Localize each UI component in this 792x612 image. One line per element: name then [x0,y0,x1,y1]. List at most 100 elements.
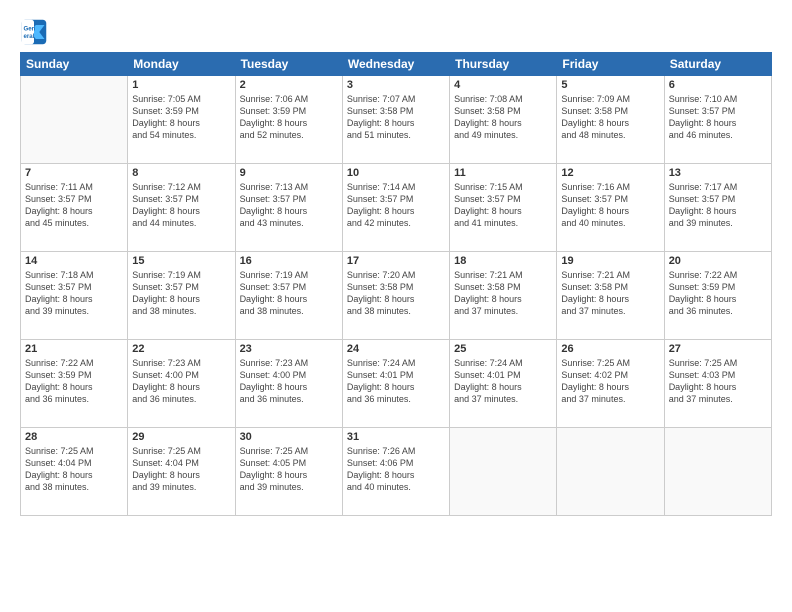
calendar-cell [450,428,557,516]
calendar-cell [664,428,771,516]
calendar-cell: 23 Sunrise: 7:23 AMSunset: 4:00 PMDayligh… [235,340,342,428]
day-number: 20 [669,255,767,267]
calendar-cell: 21 Sunrise: 7:22 AMSunset: 3:59 PMDayligh… [21,340,128,428]
day-info: Sunrise: 7:16 AMSunset: 3:57 PMDaylight:… [561,181,659,230]
calendar-week-row: 7 Sunrise: 7:11 AMSunset: 3:57 PMDaylight… [21,164,772,252]
day-number: 7 [25,167,123,179]
day-number: 3 [347,79,445,91]
day-number: 23 [240,343,338,355]
day-info: Sunrise: 7:22 AMSunset: 3:59 PMDaylight:… [25,357,123,406]
day-info: Sunrise: 7:24 AMSunset: 4:01 PMDaylight:… [454,357,552,406]
calendar-table: SundayMondayTuesdayWednesdayThursdayFrid… [20,52,772,516]
calendar-header-thursday: Thursday [450,53,557,76]
day-info: Sunrise: 7:25 AMSunset: 4:05 PMDaylight:… [240,445,338,494]
day-number: 14 [25,255,123,267]
day-info: Sunrise: 7:10 AMSunset: 3:57 PMDaylight:… [669,93,767,142]
day-number: 2 [240,79,338,91]
calendar-cell: 13Sunrise: 7:17 AMSunset: 3:57 PMDayligh… [664,164,771,252]
day-number: 24 [347,343,445,355]
day-info: Sunrise: 7:26 AMSunset: 4:06 PMDaylight:… [347,445,445,494]
day-number: 17 [347,255,445,267]
calendar-cell: 30 Sunrise: 7:25 AMSunset: 4:05 PMDayligh… [235,428,342,516]
calendar-cell: 28 Sunrise: 7:25 AMSunset: 4:04 PMDayligh… [21,428,128,516]
header: Gen eral [20,18,772,46]
calendar-header-sunday: Sunday [21,53,128,76]
calendar-cell: 6 Sunrise: 7:10 AMSunset: 3:57 PMDaylight… [664,76,771,164]
day-number: 8 [132,167,230,179]
calendar-week-row: 1 Sunrise: 7:05 AMSunset: 3:59 PMDaylight… [21,76,772,164]
day-info: Sunrise: 7:24 AMSunset: 4:01 PMDaylight:… [347,357,445,406]
day-number: 26 [561,343,659,355]
day-info: Sunrise: 7:12 AMSunset: 3:57 PMDaylight:… [132,181,230,230]
day-info: Sunrise: 7:25 AMSunset: 4:03 PMDaylight:… [669,357,767,406]
day-info: Sunrise: 7:22 AMSunset: 3:59 PMDaylight:… [669,269,767,318]
calendar-cell: 29 Sunrise: 7:25 AMSunset: 4:04 PMDayligh… [128,428,235,516]
day-info: Sunrise: 7:25 AMSunset: 4:04 PMDaylight:… [132,445,230,494]
day-info: Sunrise: 7:05 AMSunset: 3:59 PMDaylight:… [132,93,230,142]
calendar-cell: 3 Sunrise: 7:07 AMSunset: 3:58 PMDaylight… [342,76,449,164]
calendar-cell: 24 Sunrise: 7:24 AMSunset: 4:01 PMDayligh… [342,340,449,428]
calendar-page: Gen eral SundayMondayTuesdayWednesdayThu… [0,0,792,612]
day-number: 28 [25,431,123,443]
calendar-cell: 7 Sunrise: 7:11 AMSunset: 3:57 PMDaylight… [21,164,128,252]
day-info: Sunrise: 7:21 AMSunset: 3:58 PMDaylight:… [561,269,659,318]
day-info: Sunrise: 7:15 AMSunset: 3:57 PMDaylight:… [454,181,552,230]
calendar-cell: 1 Sunrise: 7:05 AMSunset: 3:59 PMDaylight… [128,76,235,164]
day-number: 18 [454,255,552,267]
day-number: 30 [240,431,338,443]
day-number: 25 [454,343,552,355]
calendar-cell: 16 Sunrise: 7:19 AMSunset: 3:57 PMDayligh… [235,252,342,340]
day-info: Sunrise: 7:07 AMSunset: 3:58 PMDaylight:… [347,93,445,142]
day-number: 31 [347,431,445,443]
calendar-cell: 11 Sunrise: 7:15 AMSunset: 3:57 PMDayligh… [450,164,557,252]
day-number: 21 [25,343,123,355]
calendar-cell: 14 Sunrise: 7:18 AMSunset: 3:57 PMDayligh… [21,252,128,340]
day-info: Sunrise: 7:09 AMSunset: 3:58 PMDaylight:… [561,93,659,142]
day-number: 9 [240,167,338,179]
calendar-cell: 9 Sunrise: 7:13 AMSunset: 3:57 PMDaylight… [235,164,342,252]
calendar-cell: 22 Sunrise: 7:23 AMSunset: 4:00 PMDayligh… [128,340,235,428]
calendar-cell: 17 Sunrise: 7:20 AMSunset: 3:58 PMDayligh… [342,252,449,340]
calendar-cell: 18 Sunrise: 7:21 AMSunset: 3:58 PMDayligh… [450,252,557,340]
day-info: Sunrise: 7:11 AMSunset: 3:57 PMDaylight:… [25,181,123,230]
day-info: Sunrise: 7:13 AMSunset: 3:57 PMDaylight:… [240,181,338,230]
calendar-cell: 5Sunrise: 7:09 AMSunset: 3:58 PMDaylight… [557,76,664,164]
day-info: Sunrise: 7:17 AMSunset: 3:57 PMDaylight:… [669,181,767,230]
day-info: Sunrise: 7:19 AMSunset: 3:57 PMDaylight:… [240,269,338,318]
day-number: 19 [561,255,659,267]
calendar-week-row: 14 Sunrise: 7:18 AMSunset: 3:57 PMDayligh… [21,252,772,340]
day-number: 1 [132,79,230,91]
calendar-header-tuesday: Tuesday [235,53,342,76]
day-info: Sunrise: 7:18 AMSunset: 3:57 PMDaylight:… [25,269,123,318]
day-number: 22 [132,343,230,355]
day-info: Sunrise: 7:06 AMSunset: 3:59 PMDaylight:… [240,93,338,142]
calendar-week-row: 28 Sunrise: 7:25 AMSunset: 4:04 PMDayligh… [21,428,772,516]
day-number: 29 [132,431,230,443]
calendar-cell: 2 Sunrise: 7:06 AMSunset: 3:59 PMDaylight… [235,76,342,164]
calendar-cell: 10 Sunrise: 7:14 AMSunset: 3:57 PMDayligh… [342,164,449,252]
calendar-cell: 4Sunrise: 7:08 AMSunset: 3:58 PMDaylight… [450,76,557,164]
day-number: 6 [669,79,767,91]
calendar-cell [557,428,664,516]
day-number: 12 [561,167,659,179]
day-info: Sunrise: 7:23 AMSunset: 4:00 PMDaylight:… [240,357,338,406]
calendar-cell: 27Sunrise: 7:25 AMSunset: 4:03 PMDayligh… [664,340,771,428]
day-info: Sunrise: 7:25 AMSunset: 4:04 PMDaylight:… [25,445,123,494]
day-info: Sunrise: 7:25 AMSunset: 4:02 PMDaylight:… [561,357,659,406]
calendar-week-row: 21 Sunrise: 7:22 AMSunset: 3:59 PMDayligh… [21,340,772,428]
day-number: 10 [347,167,445,179]
day-number: 15 [132,255,230,267]
calendar-header-friday: Friday [557,53,664,76]
calendar-header-row: SundayMondayTuesdayWednesdayThursdayFrid… [21,53,772,76]
day-info: Sunrise: 7:14 AMSunset: 3:57 PMDaylight:… [347,181,445,230]
day-info: Sunrise: 7:20 AMSunset: 3:58 PMDaylight:… [347,269,445,318]
day-number: 16 [240,255,338,267]
calendar-cell: 25 Sunrise: 7:24 AMSunset: 4:01 PMDayligh… [450,340,557,428]
day-info: Sunrise: 7:21 AMSunset: 3:58 PMDaylight:… [454,269,552,318]
logo-icon: Gen eral [20,18,48,46]
calendar-cell: 20 Sunrise: 7:22 AMSunset: 3:59 PMDayligh… [664,252,771,340]
day-info: Sunrise: 7:23 AMSunset: 4:00 PMDaylight:… [132,357,230,406]
calendar-cell: 12 Sunrise: 7:16 AMSunset: 3:57 PMDayligh… [557,164,664,252]
day-info: Sunrise: 7:08 AMSunset: 3:58 PMDaylight:… [454,93,552,142]
day-number: 11 [454,167,552,179]
